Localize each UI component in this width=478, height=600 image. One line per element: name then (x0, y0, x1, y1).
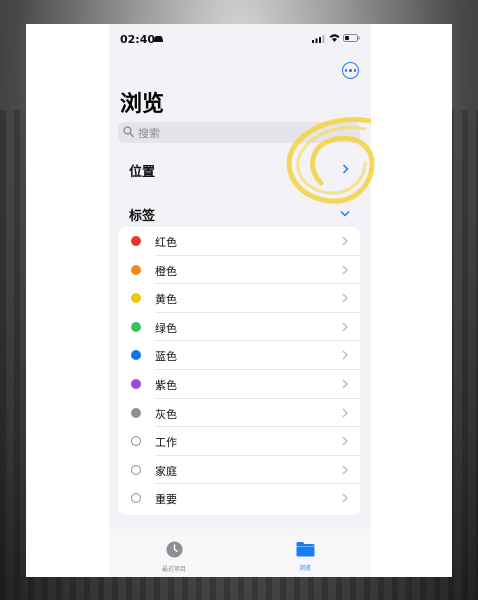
tag-list: 红色橙色黄色绿色蓝色紫色灰色工作家庭重要 (118, 227, 360, 515)
tag-label: 红色 (155, 236, 177, 249)
tag-row[interactable]: 工作 (118, 427, 360, 456)
color-dot-icon (131, 236, 141, 246)
tag-row[interactable]: 家庭 (118, 456, 360, 485)
chevron-down-icon[interactable] (340, 210, 350, 217)
chevron-right-icon (342, 465, 348, 475)
more-options-button[interactable] (342, 62, 359, 79)
color-dot-icon (131, 379, 141, 389)
color-dot-icon (131, 321, 141, 332)
tag-row[interactable]: 黄色 (118, 284, 360, 313)
chevron-right-icon (342, 379, 348, 389)
search-icon (123, 126, 134, 138)
chevron-right-icon (342, 408, 348, 418)
tab-bar: 最近项目 浏览 (109, 529, 371, 577)
tag-label: 灰色 (155, 407, 177, 421)
status-bar: 02:40 (109, 24, 371, 54)
tag-row[interactable]: 灰色 (118, 399, 360, 428)
status-time: 02:40 (120, 33, 156, 46)
tag-label: 蓝色 (155, 350, 177, 364)
color-dot-icon (131, 407, 141, 418)
chevron-right-icon (342, 265, 348, 275)
battery-icon (343, 34, 360, 42)
section-tags[interactable]: 标签 (129, 205, 155, 224)
empty-circle-icon (131, 436, 141, 447)
tag-row[interactable]: 蓝色 (118, 341, 360, 370)
color-dot-icon (131, 293, 141, 304)
tab-browse[interactable]: 浏览 (285, 541, 325, 572)
tag-label: 工作 (155, 436, 177, 450)
chevron-right-icon (342, 322, 348, 332)
phone-screen: 02:40 浏览 搜索 位置 标签 红色 橙色 黄色 绿色 蓝色 紫色 灰色 工… (109, 24, 371, 577)
chevron-right-icon (342, 436, 348, 446)
tag-label: 紫色 (155, 379, 177, 392)
empty-circle-icon (131, 464, 141, 475)
section-locations[interactable]: 位置 (129, 161, 155, 180)
chevron-right-icon (342, 236, 348, 246)
color-dot-icon (131, 350, 141, 361)
tag-row[interactable]: 紫色 (118, 370, 360, 399)
tag-label: 重要 (155, 493, 177, 507)
search-input[interactable]: 搜索 (138, 125, 160, 141)
tag-label: 绿色 (155, 321, 177, 335)
page-title: 浏览 (120, 92, 165, 117)
color-dot-icon (131, 264, 141, 275)
car-icon (154, 36, 163, 42)
tag-row[interactable]: 绿色 (118, 313, 360, 342)
tag-label: 家庭 (155, 464, 177, 478)
chevron-right-icon (342, 493, 348, 503)
empty-circle-icon (131, 493, 141, 504)
tag-row[interactable]: 红色 (118, 227, 360, 256)
tag-label: 橙色 (155, 264, 177, 278)
tab-browse-label: 浏览 (298, 565, 311, 572)
tab-recents[interactable]: 最近项目 (154, 541, 194, 573)
wifi-icon (329, 34, 340, 42)
chevron-right-icon (342, 293, 348, 303)
tab-recents-label: 最近项目 (161, 566, 186, 573)
highlight-scribble (286, 117, 375, 204)
tag-label: 黄色 (155, 293, 177, 307)
clock-icon (166, 541, 182, 558)
signal-icon (312, 35, 325, 43)
chevron-right-icon (342, 350, 348, 360)
tag-row[interactable]: 重要 (118, 484, 360, 513)
tag-row[interactable]: 橙色 (118, 256, 360, 285)
folder-icon (296, 542, 314, 557)
